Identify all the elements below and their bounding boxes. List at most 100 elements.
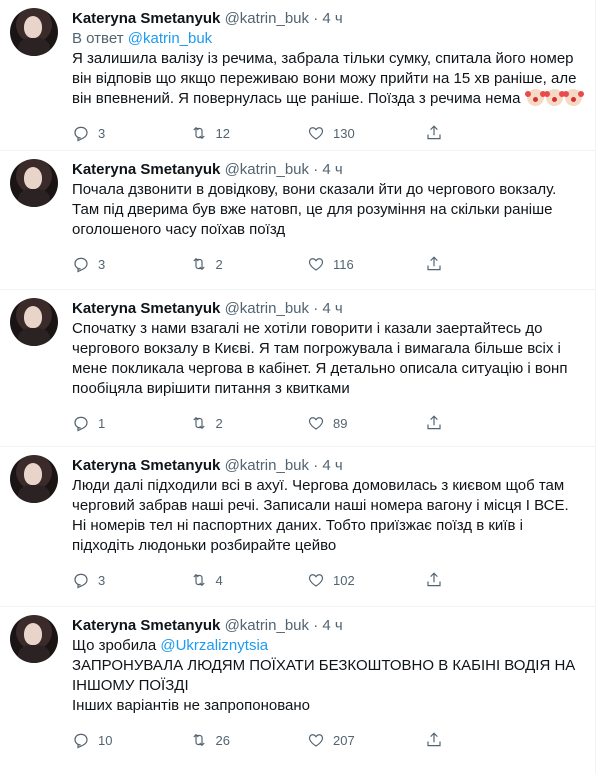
tweet-body: Kateryna Smetanyuk @katrin_buk · 4 ч Поч… <box>72 159 583 289</box>
author-handle[interactable]: @katrin_buk <box>225 161 309 178</box>
reply-count: 10 <box>98 732 113 748</box>
like-count: 116 <box>333 256 354 272</box>
share-button[interactable] <box>417 564 535 596</box>
share-button[interactable] <box>417 248 535 280</box>
reply-count: 3 <box>98 572 106 588</box>
retweet-button[interactable]: 4 <box>182 564 300 596</box>
tweet-body: Kateryna Smetanyuk @katrin_buk · 4 ч Що … <box>72 615 583 773</box>
tweet-text-content: Я залишила валізу із речима, забрала тіл… <box>72 50 581 107</box>
separator-dot: · <box>313 617 319 634</box>
tweet-actions: 10 26 207 <box>64 724 534 756</box>
like-button[interactable]: 207 <box>299 724 417 756</box>
heart-icon <box>299 564 333 596</box>
author-handle[interactable]: @katrin_buk <box>225 457 309 474</box>
tweet-actions: 3 4 102 <box>64 564 534 596</box>
retweet-count: 2 <box>215 415 223 431</box>
avatar-column <box>10 615 72 773</box>
heart-icon <box>299 407 333 439</box>
reply-icon <box>64 564 98 596</box>
like-button[interactable]: 116 <box>299 248 417 280</box>
tweet-header: Kateryna Smetanyuk @katrin_buk · 4 ч <box>72 616 583 636</box>
avatar[interactable] <box>10 615 58 663</box>
avatar[interactable] <box>10 298 58 346</box>
tweet-body: Kateryna Smetanyuk @katrin_buk · 4 ч В о… <box>72 8 583 150</box>
timeline: Kateryna Smetanyuk @katrin_buk · 4 ч В о… <box>0 0 596 773</box>
reply-to-link[interactable]: @katrin_buk <box>128 30 212 47</box>
reply-icon <box>64 724 98 756</box>
tweet-text-after-mention: ЗАПРОНУВАЛА ЛЮДЯМ ПОЇХАТИ БЕЗКОШТОВНО В … <box>72 657 576 714</box>
tweet-body: Kateryna Smetanyuk @katrin_buk · 4 ч Люд… <box>72 455 583 606</box>
tweet-header: Kateryna Smetanyuk @katrin_buk · 4 ч <box>72 299 583 319</box>
author-name[interactable]: Kateryna Smetanyuk <box>72 10 220 27</box>
separator-dot: · <box>313 300 319 317</box>
clown-face-emoji <box>543 89 563 106</box>
like-button[interactable]: 130 <box>299 117 417 149</box>
avatar[interactable] <box>10 455 58 503</box>
reply-button[interactable]: 3 <box>64 117 182 149</box>
author-handle[interactable]: @katrin_buk <box>225 10 309 27</box>
tweet[interactable]: Kateryna Smetanyuk @katrin_buk · 4 ч Спо… <box>0 290 595 447</box>
tweet-text: Почала дзвонити в довідкову, вони сказал… <box>72 181 561 238</box>
reply-button[interactable]: 3 <box>64 248 182 280</box>
clown-face-emoji <box>562 89 582 106</box>
tweet-time[interactable]: 4 ч <box>322 457 342 474</box>
share-button[interactable] <box>417 117 535 149</box>
avatar[interactable] <box>10 159 58 207</box>
retweet-count: 2 <box>215 256 223 272</box>
retweet-button[interactable]: 12 <box>182 117 300 149</box>
like-count: 130 <box>333 125 355 141</box>
author-name[interactable]: Kateryna Smetanyuk <box>72 457 220 474</box>
author-name[interactable]: Kateryna Smetanyuk <box>72 617 220 634</box>
mention-link[interactable]: @Ukrzaliznytsia <box>160 637 268 654</box>
reply-prefix: В ответ <box>72 30 128 47</box>
tweet-text: Люди далі підходили всі в ахуї. Чергова … <box>72 477 573 554</box>
reply-button[interactable]: 10 <box>64 724 182 756</box>
reply-count: 3 <box>98 125 106 141</box>
author-name[interactable]: Kateryna Smetanyuk <box>72 161 220 178</box>
retweet-button[interactable]: 2 <box>182 248 300 280</box>
retweet-count: 26 <box>215 732 230 748</box>
avatar-column <box>10 298 72 446</box>
tweet[interactable]: Kateryna Smetanyuk @katrin_buk · 4 ч Поч… <box>0 151 595 290</box>
share-icon <box>417 407 451 439</box>
separator-dot: · <box>313 457 319 474</box>
tweet[interactable]: Kateryna Smetanyuk @katrin_buk · 4 ч Що … <box>0 607 595 773</box>
tweet-time[interactable]: 4 ч <box>322 300 342 317</box>
like-button[interactable]: 89 <box>299 407 417 439</box>
avatar-column <box>10 8 72 150</box>
tweet-actions: 3 2 116 <box>64 248 534 280</box>
reply-button[interactable]: 1 <box>64 407 182 439</box>
author-handle[interactable]: @katrin_buk <box>225 617 309 634</box>
retweet-icon <box>182 564 216 596</box>
tweet[interactable]: Kateryna Smetanyuk @katrin_buk · 4 ч В о… <box>0 0 595 151</box>
avatar[interactable] <box>10 8 58 56</box>
like-count: 207 <box>333 732 355 748</box>
retweet-button[interactable]: 2 <box>182 407 300 439</box>
like-count: 102 <box>333 572 355 588</box>
retweet-icon <box>182 117 216 149</box>
retweet-button[interactable]: 26 <box>182 724 300 756</box>
tweet-body: Kateryna Smetanyuk @katrin_buk · 4 ч Спо… <box>72 298 583 446</box>
reply-button[interactable]: 3 <box>64 564 182 596</box>
clown-face-emoji <box>524 89 544 106</box>
tweet-time[interactable]: 4 ч <box>322 161 342 178</box>
separator-dot: · <box>313 10 319 27</box>
like-button[interactable]: 102 <box>299 564 417 596</box>
tweet-text: Я залишила валізу із речима, забрала тіл… <box>72 49 583 109</box>
share-icon <box>417 564 451 596</box>
retweet-count: 4 <box>215 572 223 588</box>
reply-icon <box>64 117 98 149</box>
tweet-time[interactable]: 4 ч <box>322 10 342 27</box>
tweet-time[interactable]: 4 ч <box>322 617 342 634</box>
share-button[interactable] <box>417 407 535 439</box>
tweet-actions: 3 12 130 <box>64 117 534 149</box>
tweet-actions: 1 2 89 <box>64 407 534 439</box>
separator-dot: · <box>313 161 319 178</box>
author-handle[interactable]: @katrin_buk <box>225 300 309 317</box>
reply-context: В ответ @katrin_buk <box>72 29 583 49</box>
retweet-icon <box>182 724 216 756</box>
share-button[interactable] <box>417 724 535 756</box>
tweet[interactable]: Kateryna Smetanyuk @katrin_buk · 4 ч Люд… <box>0 447 595 607</box>
heart-icon <box>299 248 333 280</box>
author-name[interactable]: Kateryna Smetanyuk <box>72 300 220 317</box>
